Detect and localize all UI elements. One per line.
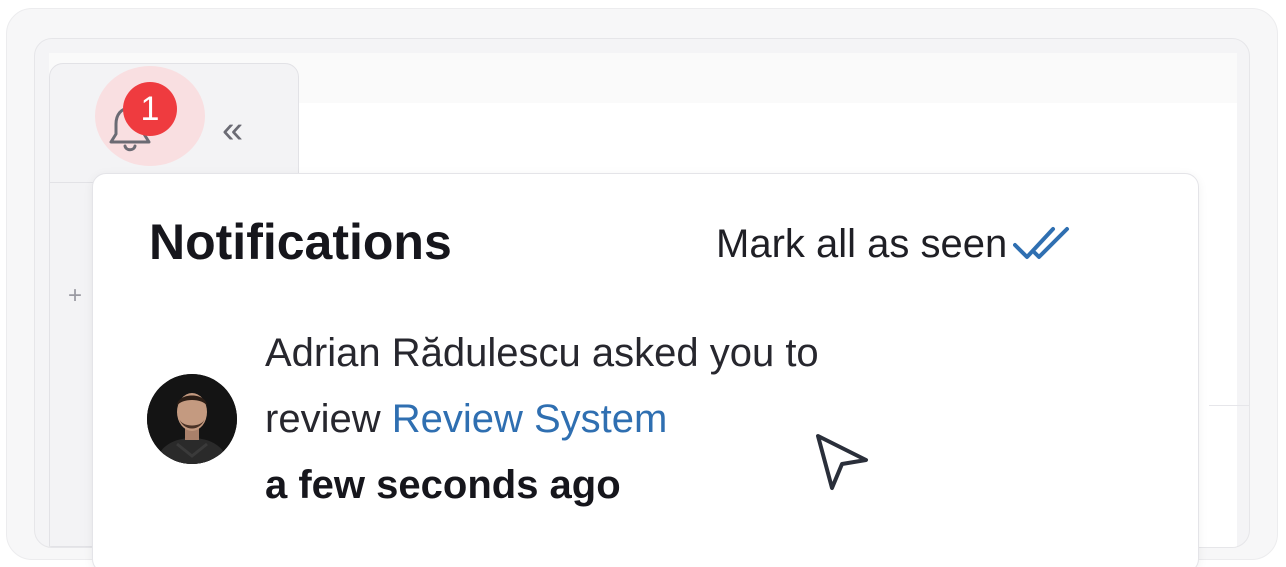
notification-text-prefix: review	[265, 397, 392, 441]
double-check-icon	[1013, 227, 1070, 259]
cursor-arrow-icon	[816, 434, 868, 490]
avatar-photo	[147, 374, 237, 464]
notifications-panel: Notifications Mark all as seen Adrian Ră…	[92, 173, 1199, 567]
left-panel-divider	[50, 182, 94, 183]
notification-text: Adrian Rădulescu asked you to	[265, 331, 819, 375]
notifications-bell-button[interactable]: 1	[95, 66, 205, 166]
plus-icon[interactable]: +	[68, 284, 82, 308]
notification-count-badge: 1	[123, 82, 177, 136]
notification-item[interactable]: Adrian Rădulescu asked you to review Rev…	[147, 320, 1047, 520]
right-divider	[1209, 405, 1249, 406]
avatar	[147, 374, 237, 464]
mark-all-seen-label: Mark all as seen	[716, 222, 1008, 266]
notification-text-line2: review Review System	[265, 386, 667, 452]
review-system-link[interactable]: Review System	[392, 397, 668, 441]
chevrons-left-icon[interactable]: «	[222, 110, 243, 150]
mark-all-seen-button[interactable]: Mark all as seen	[716, 220, 1071, 268]
notifications-title: Notifications	[149, 214, 452, 270]
notification-timestamp: a few seconds ago	[265, 463, 621, 507]
